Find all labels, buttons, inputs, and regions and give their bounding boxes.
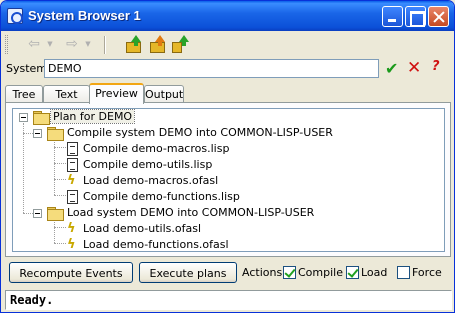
compile-checkbox[interactable] — [283, 266, 296, 279]
toolbar-separator — [104, 36, 106, 54]
toolbar: ⇦ ▼ ⇨ ▼ — [1, 31, 454, 58]
tree-connector — [54, 163, 66, 164]
cancel-x-icon[interactable]: ✕ — [407, 58, 421, 78]
load-system-icon[interactable] — [148, 35, 168, 55]
load-lightning-icon: ϟ — [67, 237, 76, 252]
checkmark-icon[interactable]: ✔ — [385, 59, 398, 78]
forward-dropdown-icon[interactable]: ▼ — [83, 34, 93, 55]
tree-node-label: Load demo-functions.ofasl — [83, 238, 229, 251]
load-lightning-icon: ϟ — [67, 221, 76, 236]
tree-connector — [54, 179, 66, 180]
tree-node-label: Compile demo-functions.lisp — [83, 190, 240, 203]
collapse-icon[interactable] — [33, 209, 42, 218]
tree-node-label: Load system DEMO into COMMON-LISP-USER — [67, 206, 315, 219]
tree-node-label: Plan for DEMO — [49, 109, 136, 124]
help-icon[interactable]: ? — [432, 59, 440, 74]
collapse-icon[interactable] — [33, 129, 42, 138]
tree-node-label: Compile demo-macros.lisp — [83, 142, 230, 155]
system-input[interactable] — [44, 59, 379, 78]
recompute-events-button[interactable]: Recompute Events — [9, 262, 133, 283]
file-icon — [67, 190, 78, 204]
back-dropdown-icon[interactable]: ▼ — [45, 34, 55, 55]
preview-panel: Plan for DEMO Compile system DEMO into C… — [5, 102, 451, 257]
load-lightning-icon: ϟ — [67, 173, 76, 188]
title-bar[interactable]: System Browser 1 — [1, 1, 454, 31]
force-checkbox-label[interactable]: Force — [412, 266, 442, 279]
system-browser-window: System Browser 1 ⇦ ▼ ⇨ ▼ System: ✔ ✕ ? T… — [0, 0, 455, 313]
window-title: System Browser 1 — [28, 8, 141, 23]
tree-connector — [23, 133, 33, 134]
tree-connector — [54, 227, 66, 228]
tree-node-label: Compile demo-utils.lisp — [83, 158, 213, 171]
execute-plans-button[interactable]: Execute plans — [139, 262, 237, 283]
load-checkbox[interactable] — [346, 266, 359, 279]
tab-preview[interactable]: Preview — [89, 83, 144, 104]
close-button[interactable] — [428, 6, 449, 27]
plan-tree[interactable]: Plan for DEMO Compile system DEMO into C… — [12, 108, 445, 252]
tree-node-label: Load demo-utils.ofasl — [83, 222, 202, 235]
tab-tree[interactable]: Tree — [5, 85, 43, 103]
load-checkbox-label[interactable]: Load — [361, 266, 387, 279]
tree-connector — [23, 123, 24, 213]
tab-text[interactable]: Text — [43, 85, 90, 103]
tree-node-label: Load demo-macros.ofasl — [83, 174, 219, 187]
compile-system-icon[interactable] — [124, 35, 144, 55]
tab-output[interactable]: Output — [144, 85, 184, 103]
collapse-icon[interactable] — [19, 113, 28, 122]
toolbar-grip[interactable] — [5, 35, 8, 54]
tree-connector — [23, 213, 33, 214]
tree-node-label: Compile system DEMO into COMMON-LISP-USE… — [67, 126, 333, 139]
tree-connector — [54, 243, 66, 244]
file-icon — [67, 158, 78, 172]
compile-checkbox-label[interactable]: Compile — [298, 266, 343, 279]
tree-connector — [54, 195, 66, 196]
system-row: System: ✔ ✕ ? — [1, 58, 454, 80]
actions-label: Actions: — [242, 266, 286, 279]
app-icon — [7, 8, 23, 24]
compile-load-icon[interactable] — [172, 35, 192, 55]
forward-arrow-icon[interactable]: ⇨ — [61, 34, 83, 55]
force-checkbox[interactable] — [397, 266, 410, 279]
status-bar: Ready. — [5, 290, 452, 310]
file-icon — [67, 142, 78, 156]
folder-icon — [33, 111, 50, 125]
tree-connector — [54, 219, 55, 243]
back-arrow-icon[interactable]: ⇦ — [23, 34, 45, 55]
tree-connector — [54, 147, 66, 148]
minimize-button[interactable] — [382, 6, 403, 27]
maximize-button[interactable] — [405, 6, 426, 27]
folder-icon — [47, 127, 64, 141]
folder-icon — [47, 207, 64, 221]
